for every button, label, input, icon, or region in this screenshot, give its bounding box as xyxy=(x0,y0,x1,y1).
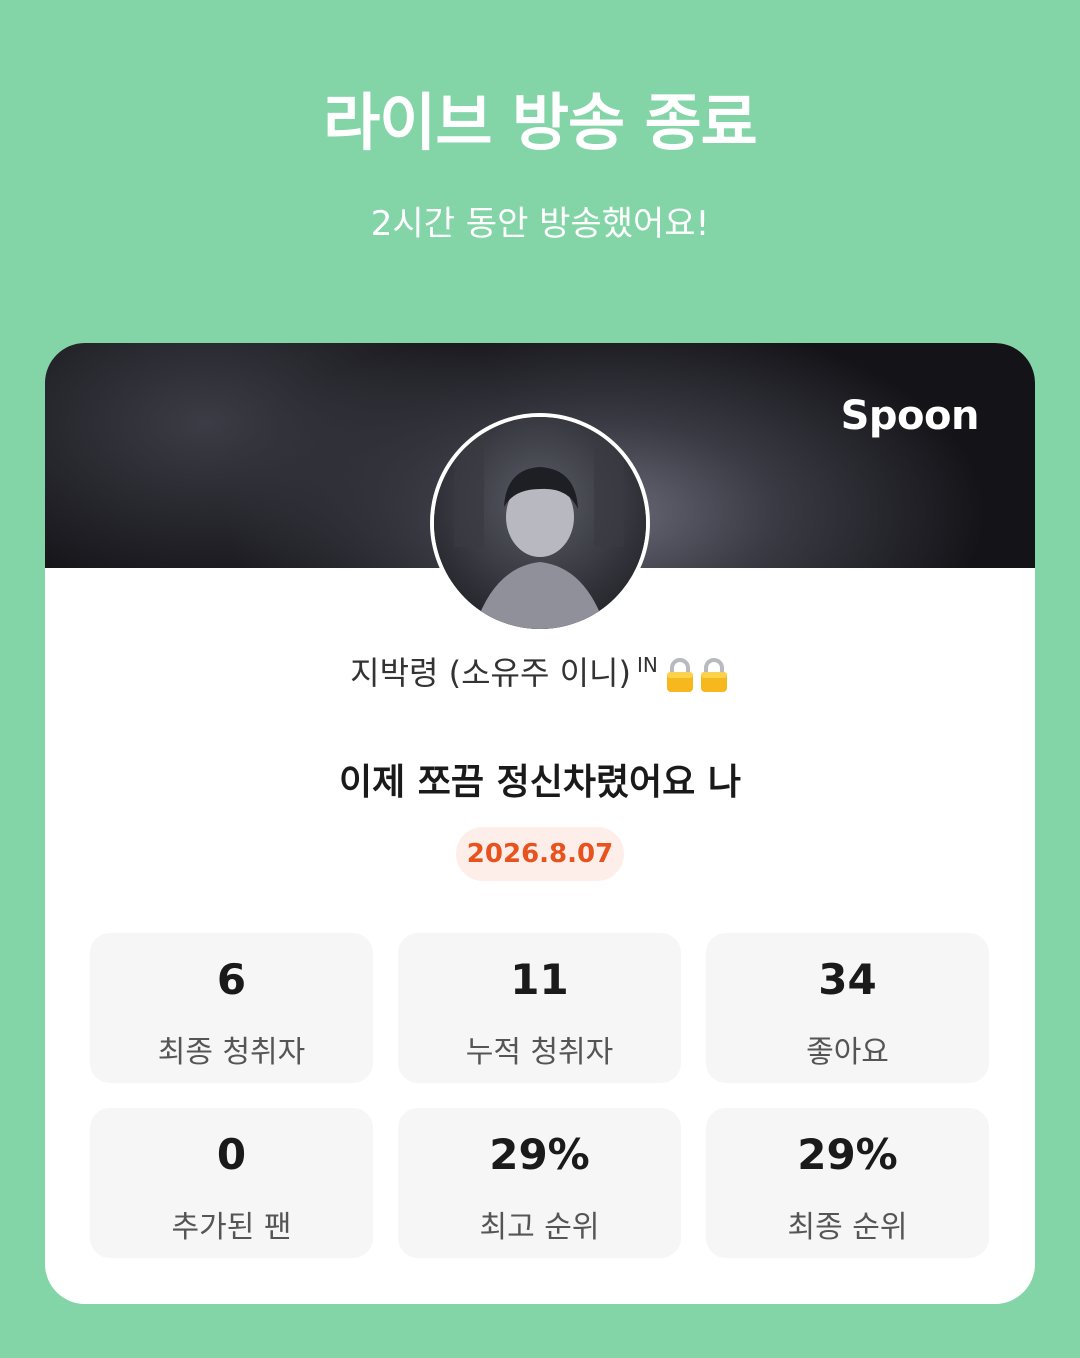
stat-label: 추가된 팬 xyxy=(171,1210,292,1245)
stat-value: 0 xyxy=(216,1130,247,1179)
stat-final-listeners: 6 최종 청취자 xyxy=(90,933,373,1083)
stat-label: 누적 청취자 xyxy=(465,1035,614,1070)
host-badge: IN xyxy=(636,653,658,678)
lock-icon xyxy=(664,657,696,693)
stat-label: 최종 청취자 xyxy=(157,1035,306,1070)
stat-value: 6 xyxy=(216,955,247,1004)
stat-new-fans: 0 추가된 팬 xyxy=(90,1108,373,1258)
stat-top-rank: 29% 최고 순위 xyxy=(398,1108,681,1258)
live-title: 이제 쪼끔 정신차렸어요 나 xyxy=(339,762,741,803)
broadcast-summary-card: Spoon 지박령 (소유주 이니) IN 이제 쪼끔 정신차렸어요 나 2026… xyxy=(45,343,1035,1304)
broadcast-duration: 2시간 동안 방송했어요! xyxy=(370,204,710,244)
stat-label: 최고 순위 xyxy=(479,1210,600,1245)
date-badge: 2026.8.07 xyxy=(456,827,624,881)
stat-value: 29% xyxy=(797,1130,898,1179)
stat-likes: 34 좋아요 xyxy=(706,933,989,1083)
stat-label: 최종 순위 xyxy=(787,1210,908,1245)
stat-value: 11 xyxy=(510,955,569,1004)
lock-icon xyxy=(698,657,730,693)
stat-total-listeners: 11 누적 청취자 xyxy=(398,933,681,1083)
host-name-row: 지박령 (소유주 이니) IN xyxy=(45,648,1035,694)
stat-label: 좋아요 xyxy=(806,1035,889,1070)
stat-value: 34 xyxy=(818,955,877,1004)
stat-value: 29% xyxy=(489,1130,590,1179)
avatar-image xyxy=(434,417,646,629)
spoon-logo: Spoon xyxy=(840,393,980,439)
stat-final-rank: 29% 최종 순위 xyxy=(706,1108,989,1258)
host-name: 지박령 (소유주 이니) xyxy=(350,654,631,692)
page-title: 라이브 방송 종료 xyxy=(323,86,757,159)
avatar[interactable] xyxy=(430,413,650,633)
